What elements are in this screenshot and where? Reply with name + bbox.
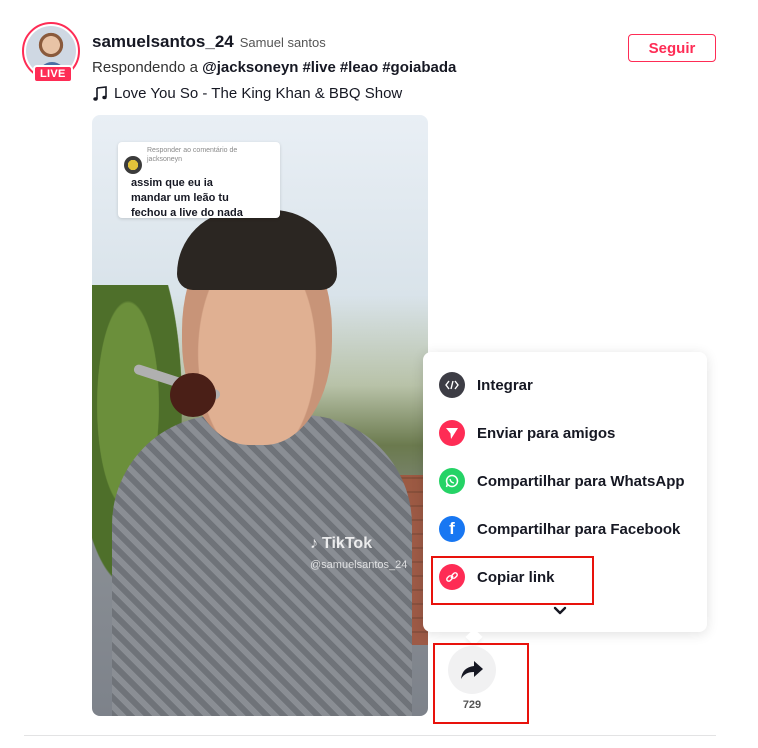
tiktok-watermark: ♪ TikTok (310, 535, 372, 553)
reply-comment-card: Responder ao comentário de jacksoneyn as… (118, 142, 280, 221)
comment-line: mandar um leão tu (131, 192, 229, 204)
menu-item-label: Compartilhar para WhatsApp (477, 472, 685, 490)
whatsapp-icon (439, 468, 465, 494)
live-badge: LIVE (33, 65, 73, 83)
share-arrow-icon (461, 661, 483, 679)
embed-icon (439, 372, 465, 398)
nickname: Samuel santos (239, 35, 326, 50)
copy-link-highlight (431, 556, 594, 605)
comment-text: assim que eu ia mandar um leão tu fechou… (131, 176, 274, 221)
hashtag-link[interactable]: #leao (340, 59, 378, 76)
chevron-down-icon[interactable] (553, 604, 567, 618)
menu-item-label: Compartilhar para Facebook (477, 520, 681, 538)
video-goiabada (170, 373, 216, 417)
divider (24, 735, 716, 736)
comment-line: assim que eu ia (131, 177, 213, 189)
follow-button[interactable]: Seguir (628, 34, 716, 62)
music-link[interactable]: Love You So - The King Khan & BBQ Show (92, 85, 402, 102)
menu-item-label: Integrar (477, 376, 533, 394)
share-count: 729 (462, 699, 482, 711)
menu-item-facebook[interactable]: f Compartilhar para Facebook (423, 505, 707, 553)
menu-item-label: Enviar para amigos (477, 424, 616, 442)
menu-item-whatsapp[interactable]: Compartilhar para WhatsApp (423, 457, 707, 505)
video-person-hair (177, 210, 337, 290)
comment-line: fechou a live do nada (131, 207, 243, 219)
send-icon (439, 420, 465, 446)
reply-label: Responder ao comentário de (147, 147, 238, 154)
username-link[interactable]: samuelsantos_24 (92, 32, 234, 52)
menu-item-send-friends[interactable]: Enviar para amigos (423, 409, 707, 457)
music-note-icon (93, 85, 107, 101)
music-title: Love You So - The King Khan & BBQ Show (114, 85, 403, 102)
video-player[interactable]: Responder ao comentário de jacksoneyn as… (92, 115, 428, 716)
share-button[interactable] (448, 646, 496, 694)
hashtag-link[interactable]: #live (302, 59, 335, 76)
author-info: samuelsantos_24 Samuel santos (92, 32, 326, 52)
video-description: Respondendo a @jacksoneyn #live #leao #goia… (92, 59, 460, 76)
menu-item-embed[interactable]: Integrar (423, 361, 707, 409)
tiktok-logo-icon: ♪ (310, 535, 318, 552)
mention-link[interactable]: @jacksoneyn (202, 59, 298, 76)
watermark-username: @samuelsantos_24 (310, 559, 408, 571)
facebook-icon: f (439, 516, 465, 542)
reply-prefix: Respondendo a (92, 59, 198, 76)
commenter-name: jacksoneyn (147, 156, 183, 163)
hashtag-link[interactable]: #goiabada (382, 59, 456, 76)
commenter-avatar (124, 156, 142, 174)
watermark-text: TikTok (322, 535, 373, 552)
